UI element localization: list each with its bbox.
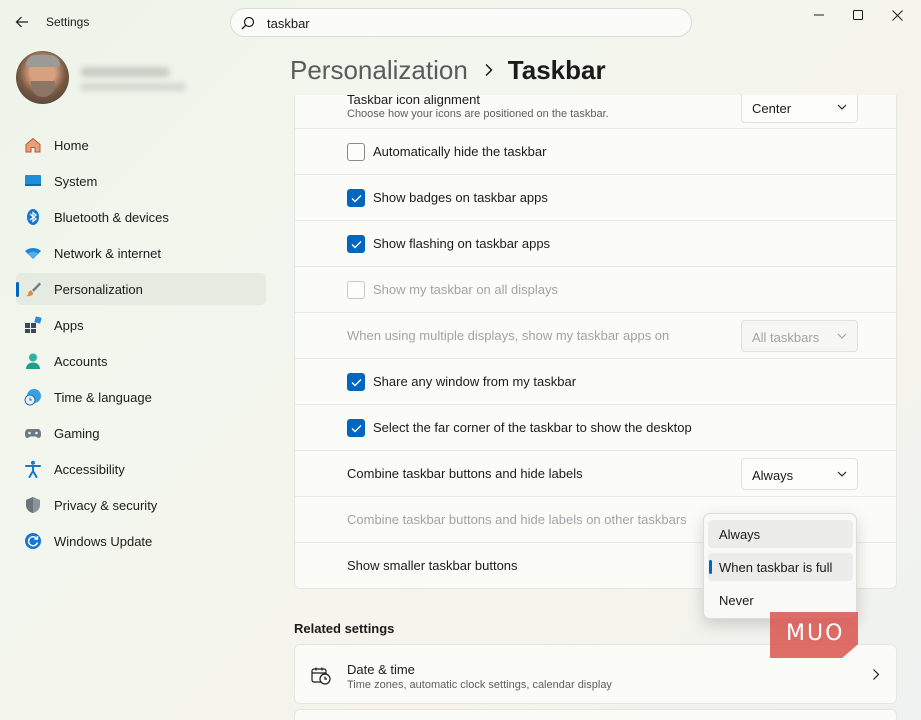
update-icon (24, 532, 42, 550)
title-bar: Settings (0, 0, 921, 44)
selected-indicator (709, 560, 712, 574)
date-time-subtitle: Time zones, automatic clock settings, ca… (347, 679, 612, 691)
icon-alignment-dropdown[interactable]: Center (741, 95, 858, 123)
account-icon (24, 352, 42, 370)
dropdown-popup: Always When taskbar is full Never (703, 513, 857, 619)
search-icon (241, 16, 255, 30)
sidebar-item-privacy[interactable]: Privacy & security (16, 489, 266, 521)
checkmark-icon (351, 240, 361, 248)
sidebar-nav: Home System Bluetooth & devices Network … (16, 129, 266, 561)
popup-option-when-full[interactable]: When taskbar is full (708, 553, 853, 581)
chevron-down-icon (837, 104, 847, 110)
arrow-left-icon (15, 16, 28, 28)
watermark-text: MUO (786, 621, 845, 646)
minimize-icon (814, 14, 824, 16)
setting-row-all-displays: Show my taskbar on all displays (295, 267, 896, 313)
show-flashing-checkbox[interactable] (347, 235, 365, 253)
profile-name-redacted (80, 67, 170, 77)
maximize-button[interactable] (840, 4, 876, 26)
minimize-button[interactable] (801, 4, 837, 26)
share-window-checkbox[interactable] (347, 373, 365, 391)
close-button[interactable] (879, 4, 915, 26)
setting-row-auto-hide[interactable]: Automatically hide the taskbar (295, 129, 896, 175)
date-time-title: Date & time (347, 662, 415, 677)
far-corner-checkbox[interactable] (347, 419, 365, 437)
user-profile[interactable] (16, 51, 266, 105)
maximize-icon (853, 10, 863, 20)
calendar-clock-icon (311, 667, 331, 690)
gamepad-icon (24, 424, 42, 442)
setting-row-share-window[interactable]: Share any window from my taskbar (295, 359, 896, 405)
setting-row-multi-display: When using multiple displays, show my ta… (295, 313, 896, 359)
accessibility-icon (24, 460, 42, 478)
related-settings-heading: Related settings (294, 621, 395, 636)
bluetooth-icon (24, 208, 42, 226)
sidebar-item-time-language[interactable]: Time & language (16, 381, 266, 413)
setting-row-show-badges[interactable]: Show badges on taskbar apps (295, 175, 896, 221)
sidebar-item-system[interactable]: System (16, 165, 266, 197)
setting-row-combine-buttons: Combine taskbar buttons and hide labels … (295, 451, 896, 497)
close-icon (891, 9, 903, 21)
chevron-down-icon (837, 471, 847, 477)
chevron-right-icon (873, 669, 880, 680)
system-icon (24, 172, 42, 190)
popup-option-always[interactable]: Always (708, 520, 853, 548)
app-title: Settings (46, 15, 90, 29)
popup-option-never[interactable]: Never (708, 586, 853, 614)
home-icon (24, 136, 42, 154)
search-box[interactable] (230, 8, 692, 37)
show-badges-checkbox[interactable] (347, 189, 365, 207)
apps-icon (24, 316, 42, 334)
checkmark-icon (351, 378, 361, 386)
icon-alignment-subtitle: Choose how your icons are positioned on … (347, 108, 609, 120)
setting-row-show-flashing[interactable]: Show flashing on taskbar apps (295, 221, 896, 267)
auto-hide-checkbox[interactable] (347, 143, 365, 161)
sidebar-item-network[interactable]: Network & internet (16, 237, 266, 269)
sidebar-item-home[interactable]: Home (16, 129, 266, 161)
icon-alignment-title: Taskbar icon alignment (347, 95, 480, 107)
avatar (16, 51, 69, 104)
chevron-down-icon (837, 333, 847, 339)
profile-email-redacted (80, 83, 186, 91)
sidebar-item-gaming[interactable]: Gaming (16, 417, 266, 449)
all-displays-checkbox (347, 281, 365, 299)
checkmark-icon (351, 424, 361, 432)
active-indicator (16, 282, 19, 297)
page-title: Taskbar (507, 54, 606, 85)
sidebar-item-accessibility[interactable]: Accessibility (16, 453, 266, 485)
back-button[interactable] (10, 10, 34, 34)
chevron-right-icon (484, 63, 494, 77)
shield-icon (24, 496, 42, 514)
brush-icon (24, 280, 42, 298)
sidebar-item-personalization[interactable]: Personalization (16, 273, 266, 305)
search-input[interactable] (267, 13, 677, 33)
globe-clock-icon (24, 388, 42, 406)
sidebar-item-bluetooth[interactable]: Bluetooth & devices (16, 201, 266, 233)
wifi-icon (24, 244, 42, 262)
combine-buttons-dropdown[interactable]: Always (741, 458, 858, 490)
muo-watermark: MUO (770, 612, 860, 658)
setting-row-far-corner[interactable]: Select the far corner of the taskbar to … (295, 405, 896, 451)
multi-display-dropdown: All taskbars (741, 320, 858, 352)
related-next-card[interactable] (294, 709, 897, 720)
breadcrumb: Personalization Taskbar (290, 52, 606, 88)
setting-row-icon-alignment: Taskbar icon alignment Choose how your i… (295, 95, 896, 129)
sidebar-item-windows-update[interactable]: Windows Update (16, 525, 266, 557)
sidebar-item-apps[interactable]: Apps (16, 309, 266, 341)
sidebar-item-accounts[interactable]: Accounts (16, 345, 266, 377)
breadcrumb-parent[interactable]: Personalization (290, 55, 468, 86)
checkmark-icon (351, 194, 361, 202)
